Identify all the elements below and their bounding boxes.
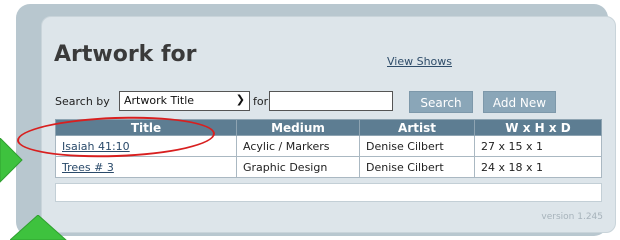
chevron-down-icon: ❯ [235,93,245,106]
search-field-value: Artwork Title [124,94,195,107]
search-field-select[interactable]: Artwork Title ❯ [119,91,250,111]
cell-title: Isaiah 41:10 [55,135,237,157]
table-footer [55,183,602,202]
search-input[interactable] [269,91,393,111]
cell-dimensions: 27 x 15 x 1 [474,135,602,157]
cell-artist: Denise Cilbert [359,156,475,178]
artwork-table: Title Medium Artist W x H x D Isaiah 41:… [55,119,602,178]
artwork-title-link[interactable]: Trees # 3 [62,161,114,174]
table-row: Isaiah 41:10 Acylic / Markers Denise Cil… [55,135,602,157]
artwork-panel: Artwork for View Shows Search by Artwork… [41,16,616,233]
cell-medium: Acylic / Markers [236,135,360,157]
table-header-row: Title Medium Artist W x H x D [55,119,602,136]
for-label: for [253,95,269,108]
column-header-artist[interactable]: Artist [359,119,475,136]
add-new-button[interactable]: Add New [483,91,556,113]
search-by-label: Search by [55,95,110,108]
artwork-title-link[interactable]: Isaiah 41:10 [62,140,130,153]
cell-artist: Denise Cilbert [359,135,475,157]
search-button[interactable]: Search [409,91,473,113]
column-header-title[interactable]: Title [55,119,237,136]
page-title: Artwork for [54,42,197,67]
cell-medium: Graphic Design [236,156,360,178]
cell-dimensions: 24 x 18 x 1 [474,156,602,178]
table-row: Trees # 3 Graphic Design Denise Cilbert … [55,156,602,178]
cell-title: Trees # 3 [55,156,237,178]
version-label: version 1.245 [541,212,603,222]
view-shows-link[interactable]: View Shows [387,55,452,68]
app-frame: Artwork for View Shows Search by Artwork… [16,4,616,236]
column-header-dimensions[interactable]: W x H x D [474,119,602,136]
column-header-medium[interactable]: Medium [236,119,360,136]
